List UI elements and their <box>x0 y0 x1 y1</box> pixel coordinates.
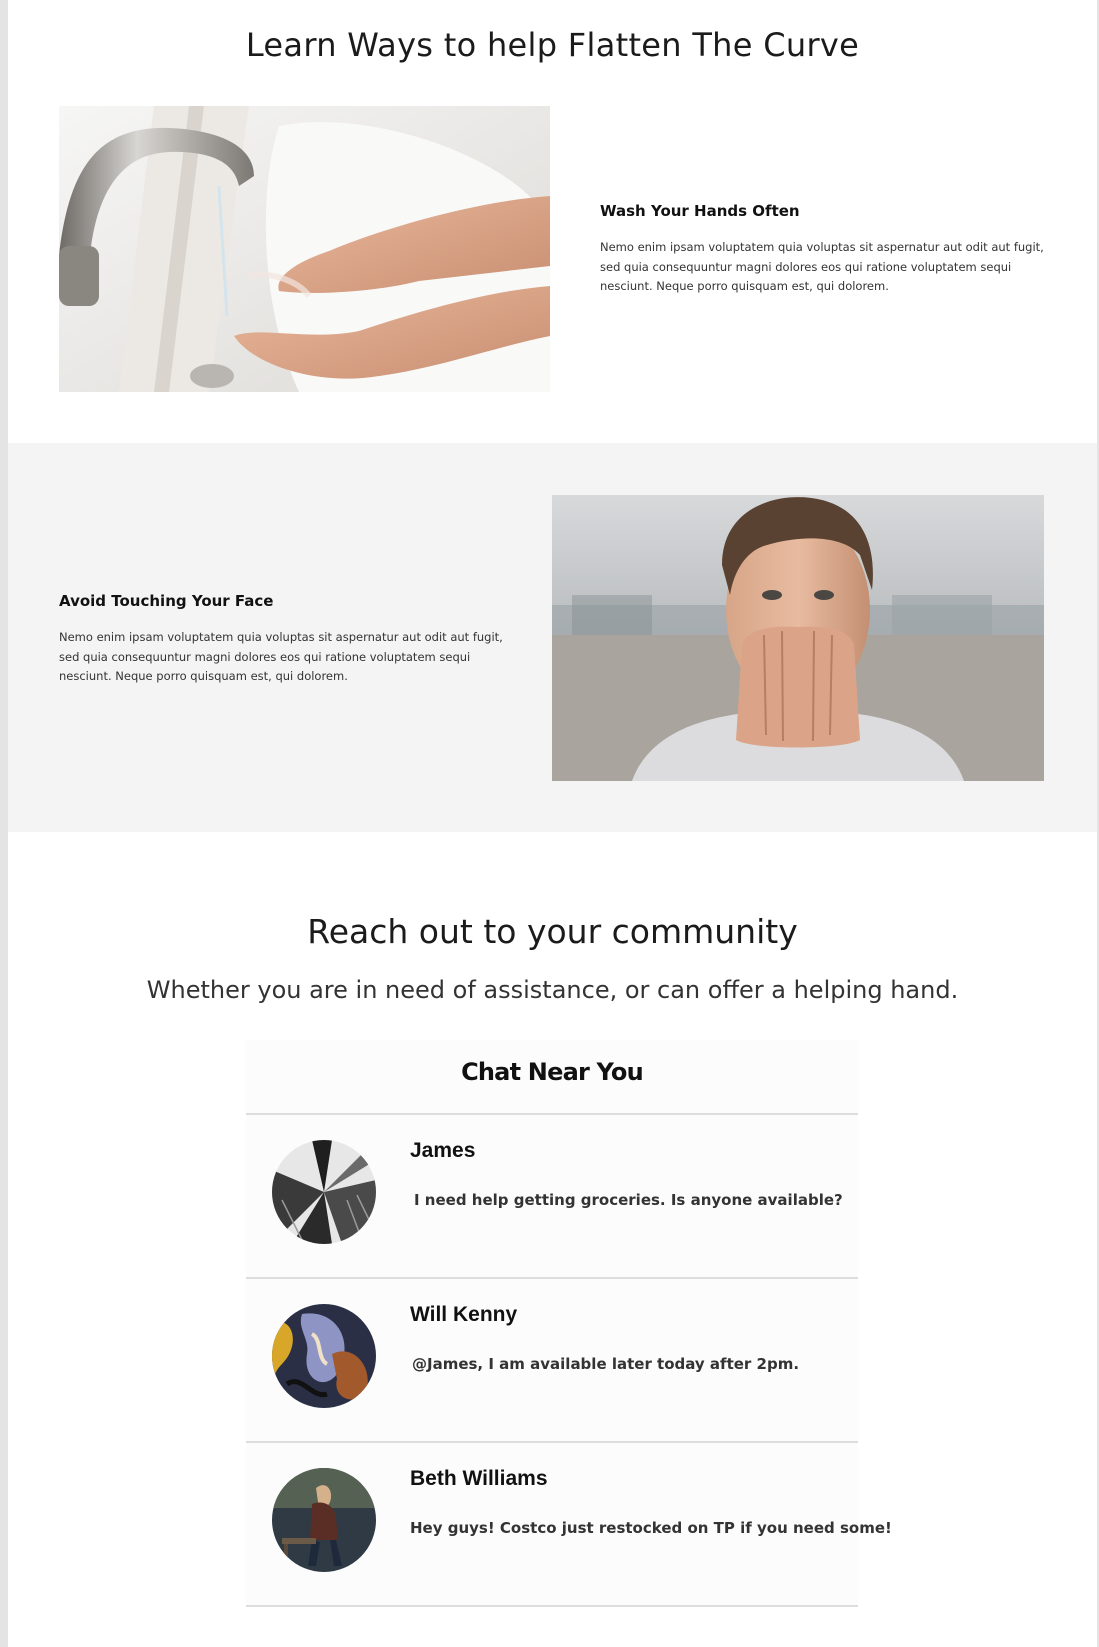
chat-author: Will Kenny <box>410 1303 518 1326</box>
skyscrapers-avatar[interactable] <box>272 1140 376 1244</box>
chat-message[interactable]: Beth Williams Hey guys! Costco just rest… <box>246 1443 892 1605</box>
section-subtitle-community: Whether you are in need of assistance, o… <box>146 976 959 1004</box>
section-title-community: Reach out to your community <box>307 912 798 951</box>
chat-author: James <box>410 1139 476 1162</box>
chat-panel: Chat Near You James I need help getting … <box>246 1040 892 1607</box>
feature-text-avoid-face: Nemo enim ipsam voluptatem quia voluptas… <box>59 630 503 683</box>
page: Learn Ways to help Flatten The Curve Was… <box>8 0 1097 1647</box>
abstract-paint-avatar[interactable] <box>272 1304 376 1408</box>
chat-author: Beth Williams <box>410 1467 548 1490</box>
chat-message-text: Hey guys! Costco just restocked on TP if… <box>410 1519 892 1537</box>
chat-message[interactable]: Will Kenny @James, I am available later … <box>246 1279 858 1441</box>
chat-title: Chat Near You <box>461 1058 644 1086</box>
chat-message-text: @James, I am available later today after… <box>412 1355 800 1373</box>
feature-title-wash-hands: Wash Your Hands Often <box>600 202 800 220</box>
chat-message[interactable]: James I need help getting groceries. Is … <box>246 1115 858 1277</box>
section-title-flatten-curve: Learn Ways to help Flatten The Curve <box>245 26 860 64</box>
person-on-bench-avatar[interactable] <box>272 1468 376 1572</box>
hand-washing-photo <box>59 106 550 392</box>
chat-divider <box>246 1605 858 1607</box>
feature-title-avoid-face: Avoid Touching Your Face <box>59 592 274 610</box>
feature-text-wash-hands: Nemo enim ipsam voluptatem quia voluptas… <box>600 240 1044 293</box>
chat-message-text: I need help getting groceries. Is anyone… <box>414 1191 843 1209</box>
man-touching-face-photo <box>552 495 1044 781</box>
